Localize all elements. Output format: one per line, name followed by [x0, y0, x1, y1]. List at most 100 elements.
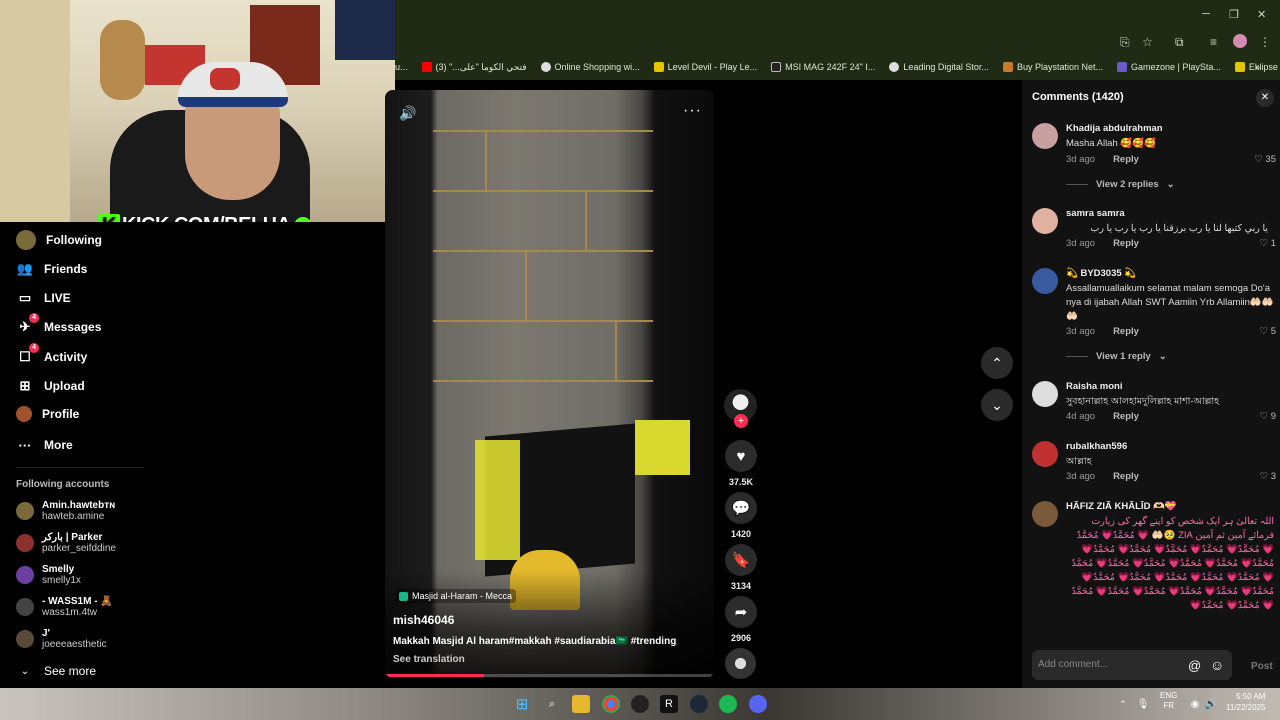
nav-activity[interactable]: ☐ 4 Activity: [16, 343, 87, 366]
avatar[interactable]: [1032, 268, 1058, 294]
bookmark[interactable]: Gamezone | PlaySta...: [1116, 62, 1221, 72]
nav-messages[interactable]: ✈ 4 Messages: [16, 313, 102, 336]
comment-author[interactable]: Khadija abdulrahman: [1066, 123, 1163, 134]
comment-author[interactable]: HÃFIZ ZIÃ KHÃLĪD 🫶🏻💝: [1066, 501, 1177, 512]
save-button[interactable]: 🔖 3134: [724, 544, 758, 591]
video-player[interactable]: 🔊 ··· Masjid al-Haram - Mecca mish46046 …: [385, 90, 714, 678]
avatar[interactable]: [1032, 123, 1058, 149]
nav-profile[interactable]: Profile: [16, 406, 79, 422]
add-comment-placeholder: Add comment...: [1038, 659, 1109, 670]
mention-icon[interactable]: @: [1188, 658, 1201, 673]
comment-author[interactable]: Raisha moni: [1066, 381, 1123, 392]
nav-more[interactable]: ··· More: [16, 436, 73, 454]
volume-icon[interactable]: 🔊: [399, 105, 416, 122]
next-video-button[interactable]: ⌄: [981, 389, 1013, 421]
more-options-icon[interactable]: ···: [683, 102, 702, 120]
media-icon[interactable]: ≡: [1210, 35, 1217, 49]
search-icon[interactable]: ⌕: [543, 695, 561, 713]
star-icon[interactable]: ☆: [1142, 35, 1153, 49]
followed-account[interactable]: - WASS1M - 🧸 wass1m.4tw: [16, 596, 113, 618]
reply-button[interactable]: Reply: [1113, 411, 1139, 422]
follow-plus-icon[interactable]: +: [734, 414, 748, 428]
bookmark[interactable]: Buy Playstation Net...: [1002, 62, 1103, 72]
microphone-icon[interactable]: 🎙: [1134, 695, 1152, 713]
tray-chevron-icon[interactable]: ⌃: [1114, 695, 1132, 713]
video-author[interactable]: mish46046: [393, 613, 454, 627]
avatar[interactable]: [1032, 381, 1058, 407]
spotify-icon[interactable]: [719, 695, 737, 713]
comment-text: আল্লাহ: [1066, 456, 1092, 467]
share-button[interactable]: ➦ 2906: [724, 596, 758, 643]
live-icon: ▭: [18, 290, 32, 305]
nav-label: Following: [46, 233, 102, 247]
bookmark[interactable]: فتحي الكوما "على..." (3): [421, 62, 527, 73]
reply-button[interactable]: Reply: [1113, 238, 1139, 249]
followed-account[interactable]: Amin.hawtebᴛɴ hawteb.amine: [16, 500, 115, 522]
comment-like[interactable]: ♡ 5: [1260, 326, 1276, 337]
location-tag[interactable]: Masjid al-Haram - Mecca: [395, 589, 517, 603]
bookmark[interactable]: Leading Digital Stor...: [889, 62, 989, 72]
restore-icon[interactable]: ❐: [1229, 8, 1239, 21]
avatar: [16, 534, 34, 552]
bookmark[interactable]: u...: [395, 62, 408, 72]
language-indicator[interactable]: ENG FR: [1160, 691, 1177, 711]
app-icon[interactable]: R: [660, 695, 678, 713]
kaaba-stone-line: [433, 130, 653, 132]
reply-button[interactable]: Reply: [1113, 471, 1139, 482]
comment-author[interactable]: 💫 BYD3035 💫: [1066, 268, 1136, 279]
comment-like[interactable]: ♡ 9: [1260, 411, 1276, 422]
video-progress-bar[interactable]: [385, 674, 714, 677]
bookmark[interactable]: MSI MAG 242F 24" I...: [771, 62, 875, 72]
see-translation-link[interactable]: See translation: [393, 654, 465, 665]
nav-live[interactable]: ▭ LIVE: [16, 289, 71, 307]
nav-following[interactable]: Following: [16, 230, 102, 250]
post-button[interactable]: Post: [1251, 661, 1273, 672]
extensions-icon[interactable]: ⧉: [1175, 35, 1184, 50]
cast-icon[interactable]: ⎘: [1120, 35, 1130, 50]
more-bookmarks-icon[interactable]: »: [1255, 62, 1260, 72]
comment-author[interactable]: rubalkhan596: [1066, 441, 1127, 452]
comment-like[interactable]: ♡ 3: [1260, 471, 1276, 482]
profile-avatar[interactable]: [1233, 34, 1247, 48]
comment-like[interactable]: ♡ 35: [1254, 154, 1276, 165]
previous-video-button[interactable]: ⌃: [981, 347, 1013, 379]
minimize-icon[interactable]: ─: [1202, 8, 1210, 20]
close-window-icon[interactable]: ✕: [1257, 8, 1266, 21]
comment-item: 💫 BYD3035 💫 Assallamuallaikum selamat ma…: [1032, 268, 1276, 368]
like-button[interactable]: ♥ 37.5K: [724, 440, 758, 487]
followed-account[interactable]: Smelly smelly1x: [16, 564, 81, 586]
file-explorer-icon[interactable]: [572, 695, 590, 713]
nav-upload[interactable]: ⊞ Upload: [16, 377, 85, 395]
bookmark[interactable]: Online Shopping wi...: [540, 62, 640, 72]
comment-like[interactable]: ♡ 1: [1260, 238, 1276, 249]
account-name: Smelly: [42, 564, 75, 575]
emoji-icon[interactable]: ☺: [1210, 657, 1224, 673]
comment-button[interactable]: 💬 1420: [724, 492, 758, 539]
nav-friends[interactable]: 👥 Friends: [16, 260, 87, 278]
volume-tray-icon[interactable]: 🔊: [1202, 695, 1220, 713]
avatar[interactable]: [1032, 441, 1058, 467]
music-disc[interactable]: [725, 648, 756, 679]
system-clock[interactable]: 5:50 AM 11/22/2025: [1226, 691, 1265, 713]
bookmark[interactable]: Level Devil - Play Le...: [653, 62, 757, 72]
reply-button[interactable]: Reply: [1113, 326, 1139, 337]
followed-account[interactable]: باركر | Parker parker_seifddine: [16, 532, 116, 554]
chrome-icon[interactable]: [602, 695, 620, 713]
followed-account[interactable]: J' joeeeaesthetic: [16, 628, 107, 650]
discord-icon[interactable]: [749, 695, 767, 713]
reply-button[interactable]: Reply: [1113, 154, 1139, 165]
steam-icon[interactable]: [690, 695, 708, 713]
windows-start-icon[interactable]: ⊞: [513, 695, 531, 713]
view-replies-button[interactable]: View 2 replies ⌄: [1066, 179, 1175, 190]
avatar[interactable]: [1032, 208, 1058, 234]
see-more-button[interactable]: ⌄ See more: [16, 662, 96, 680]
view-replies-button[interactable]: View 1 reply ⌄: [1066, 351, 1167, 362]
comment-author[interactable]: samra samra: [1066, 208, 1125, 219]
nav-label: Messages: [44, 320, 102, 334]
menu-icon[interactable]: ⋮: [1259, 35, 1271, 49]
close-comments-icon[interactable]: ✕: [1256, 89, 1274, 107]
guitar: [100, 20, 145, 100]
obs-icon[interactable]: [631, 695, 649, 713]
avatar[interactable]: [1032, 501, 1058, 527]
add-comment-input[interactable]: Add comment...: [1032, 650, 1232, 680]
